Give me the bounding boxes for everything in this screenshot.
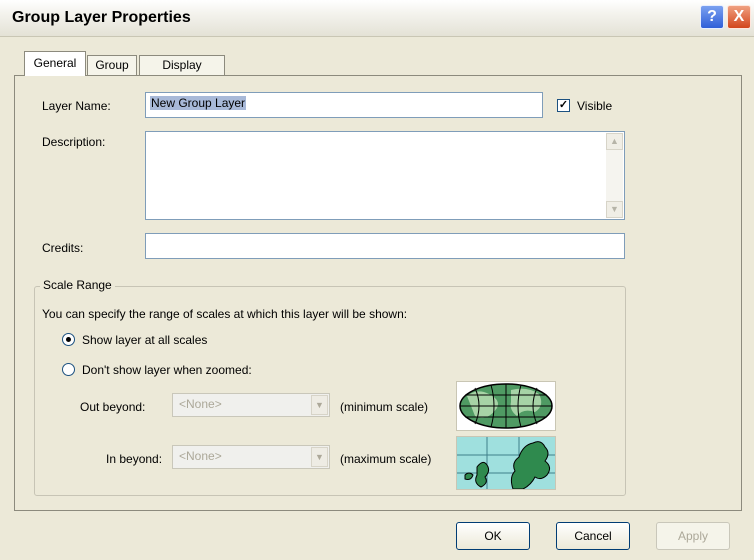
description-textarea[interactable]: ▲ ▼	[145, 131, 625, 220]
help-button[interactable]: ?	[700, 5, 724, 29]
in-beyond-label: In beyond:	[106, 452, 163, 466]
scroll-down-icon[interactable]: ▼	[606, 201, 623, 218]
tab-display[interactable]: Display	[139, 55, 225, 75]
minimum-scale-label: (minimum scale)	[340, 400, 429, 414]
layer-name-value: New Group Layer	[150, 96, 247, 110]
out-beyond-value: <None>	[179, 397, 222, 411]
help-icon: ?	[707, 8, 717, 25]
show-all-scales-radio[interactable]	[62, 333, 75, 346]
europe-map-graphic	[457, 437, 555, 489]
description-scrollbar[interactable]: ▲ ▼	[606, 133, 623, 218]
visible-checkbox[interactable]: ✓	[557, 99, 570, 112]
dialog-title: Group Layer Properties	[12, 9, 191, 26]
layer-name-label: Layer Name:	[42, 99, 111, 113]
credits-input[interactable]	[145, 233, 625, 259]
dont-show-zoomed-label: Don't show layer when zoomed:	[82, 363, 252, 377]
credits-label: Credits:	[42, 241, 84, 255]
europe-map-icon	[456, 436, 556, 490]
in-beyond-value: <None>	[179, 449, 222, 463]
tab-general[interactable]: General	[24, 51, 86, 76]
chevron-down-icon[interactable]: ▼	[311, 395, 328, 415]
show-all-scales-label: Show layer at all scales	[82, 333, 208, 347]
layer-name-input[interactable]: New Group Layer	[145, 92, 543, 118]
out-beyond-label: Out beyond:	[80, 400, 146, 414]
ok-button[interactable]: OK	[456, 522, 530, 550]
cancel-button[interactable]: Cancel	[556, 522, 630, 550]
world-map-icon	[456, 381, 556, 431]
scroll-up-icon[interactable]: ▲	[606, 133, 623, 150]
radio-selected-dot	[66, 337, 71, 342]
chevron-down-icon[interactable]: ▼	[311, 447, 328, 467]
maximum-scale-label: (maximum scale)	[340, 452, 432, 466]
group-layer-properties-dialog: Group Layer Properties ? X General Group…	[0, 0, 754, 560]
dont-show-zoomed-radio[interactable]	[62, 363, 75, 376]
apply-button[interactable]: Apply	[656, 522, 730, 550]
scale-range-legend: Scale Range	[40, 278, 115, 292]
world-globe-graphic	[459, 383, 553, 429]
title-bar[interactable]: Group Layer Properties ? X	[0, 0, 754, 37]
visible-label: Visible	[577, 99, 613, 113]
description-label: Description:	[42, 135, 106, 149]
close-button[interactable]: X	[727, 5, 751, 29]
tab-group[interactable]: Group	[87, 55, 137, 75]
scale-range-intro: You can specify the range of scales at w…	[42, 307, 408, 321]
out-beyond-select[interactable]: <None> ▼	[172, 393, 330, 417]
close-icon: X	[733, 8, 745, 25]
in-beyond-select[interactable]: <None> ▼	[172, 445, 330, 469]
